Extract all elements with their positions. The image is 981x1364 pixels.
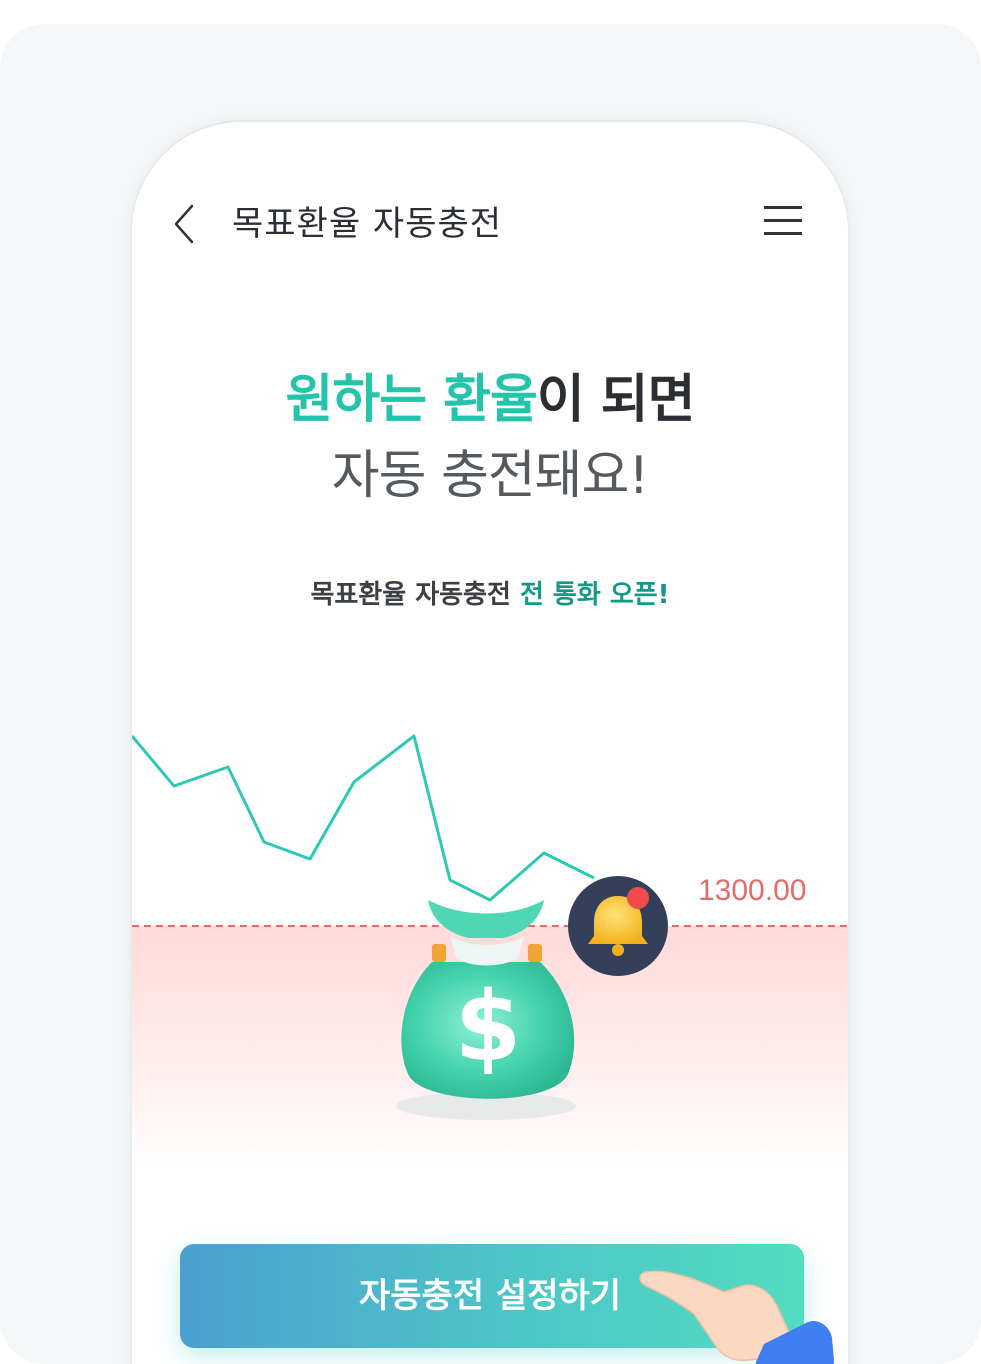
hero-rest-text: 이 되면 xyxy=(536,370,696,430)
bell-icon xyxy=(568,876,668,976)
back-button[interactable] xyxy=(168,202,208,246)
hamburger-line xyxy=(764,219,802,222)
page-title: 목표환율 자동충전 xyxy=(232,204,503,244)
hamburger-line xyxy=(764,232,802,235)
phone-frame: 목표환율 자동충전 원하는 환율이 되면 자동 충전돼요! 목표환율 자동충전 … xyxy=(132,122,848,1364)
chevron-left-icon xyxy=(174,204,194,244)
promo-prefix: 목표환율 자동충전 xyxy=(310,580,520,610)
hamburger-menu-icon xyxy=(764,206,802,209)
pointing-hand-icon xyxy=(639,1270,834,1364)
svg-text:$: $ xyxy=(455,971,522,1083)
app-header: 목표환율 자동충전 xyxy=(132,196,848,252)
rate-chart: 1300.00 $ xyxy=(132,734,848,1172)
hero-accent-text: 원하는 환율 xyxy=(285,370,538,430)
promo-accent: 전 통화 오픈! xyxy=(519,580,670,610)
hero-headline: 원하는 환율이 되면 xyxy=(132,368,848,432)
outer-card: 목표환율 자동충전 원하는 환율이 되면 자동 충전돼요! 목표환율 자동충전 … xyxy=(0,24,981,1364)
rate-line xyxy=(132,734,595,902)
promo-subtitle: 목표환율 자동충전 전 통화 오픈! xyxy=(132,574,848,611)
menu-button[interactable] xyxy=(764,206,804,238)
target-rate-label: 1300.00 xyxy=(698,874,806,907)
hero-subheadline: 자동 충전돼요! xyxy=(331,446,649,506)
